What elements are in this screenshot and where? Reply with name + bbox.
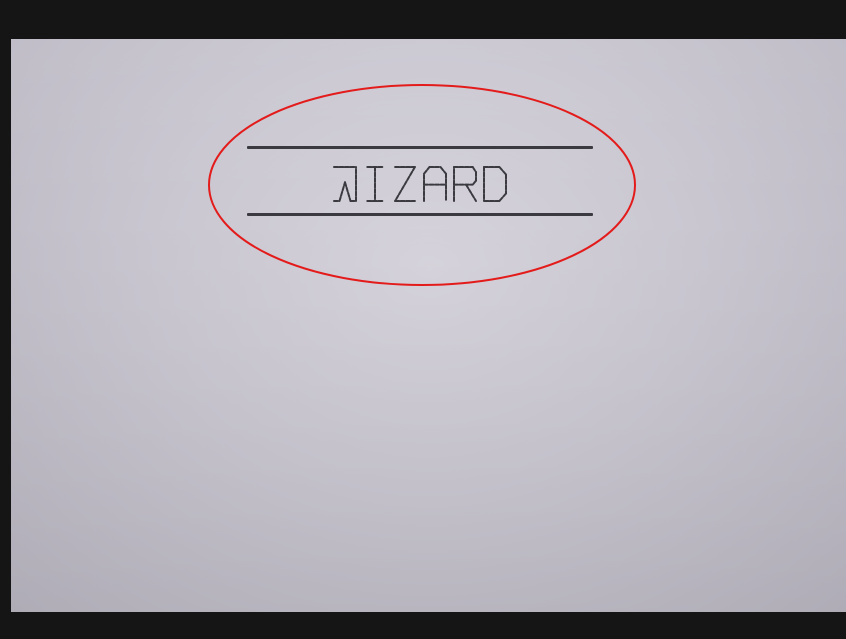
device-frame: WIZARD — [0, 0, 846, 639]
title-top-rule — [247, 146, 593, 149]
segment-stroke — [423, 166, 431, 175]
segment-glyph-a — [423, 166, 447, 202]
segment-glyph-i — [366, 166, 384, 202]
segment-stroke — [338, 181, 346, 202]
segment-display — [333, 166, 507, 202]
title-bottom-rule — [247, 213, 593, 216]
segment-stroke — [498, 166, 507, 176]
menu-title: WIZARD — [247, 159, 593, 209]
segment-stroke — [465, 183, 477, 202]
segment-glyph-r — [453, 166, 477, 202]
lcd-screen: WIZARD — [11, 39, 846, 612]
segment-glyph-w — [333, 166, 357, 202]
segment-stroke — [344, 181, 352, 202]
segment-stroke — [439, 166, 447, 175]
segment-glyph-d — [483, 166, 507, 202]
segment-stroke — [498, 192, 507, 202]
segment-glyph-z — [394, 166, 416, 202]
segment-stroke — [394, 166, 416, 202]
